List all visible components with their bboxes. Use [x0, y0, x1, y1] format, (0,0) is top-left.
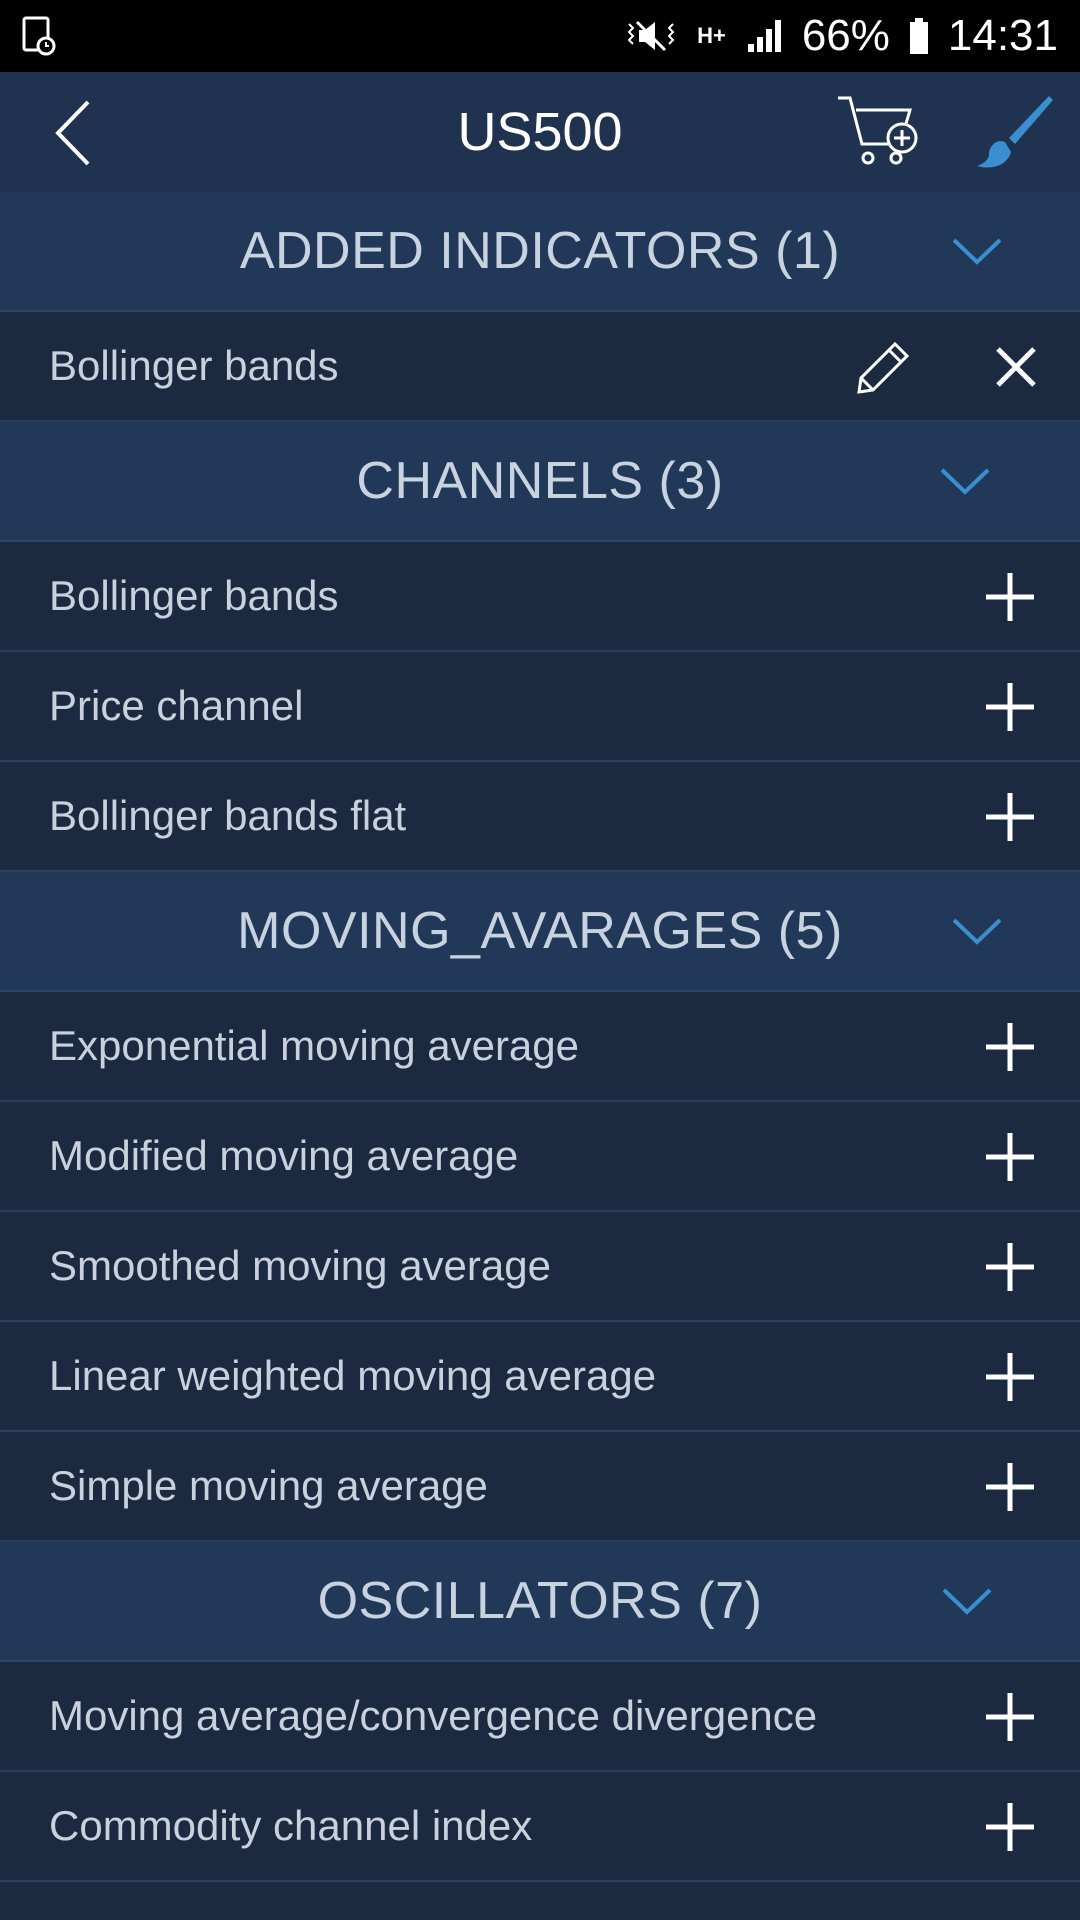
plus-icon[interactable]: [986, 1693, 1034, 1741]
list-item: Bollinger bands flat: [0, 762, 1080, 872]
indicator-label: Commodity channel index: [49, 1802, 533, 1849]
list-item: Smoothed moving average: [0, 1212, 1080, 1322]
plus-icon[interactable]: [986, 1243, 1034, 1291]
section-title: CHANNELS (3): [356, 452, 724, 510]
section-title: MOVING_AVARAGES (5): [237, 902, 843, 960]
list-item: Commodity channel index: [0, 1772, 1080, 1882]
list-item: Bollinger bands: [0, 542, 1080, 652]
network-type-label: H+: [697, 23, 726, 48]
indicator-list: ADDED INDICATORS (1) Bollinger bands CHA…: [0, 192, 1080, 1920]
list-item: Moving average/convergence divergence: [0, 1662, 1080, 1772]
brush-icon[interactable]: [975, 92, 1055, 172]
list-item: Bollinger bands: [0, 312, 1080, 422]
plus-icon[interactable]: [986, 1463, 1034, 1511]
section-title: ADDED INDICATORS (1): [239, 222, 841, 280]
chevron-down-icon[interactable]: [950, 232, 1004, 268]
indicator-label: Modified moving average: [49, 1132, 519, 1179]
signal-icon: [744, 16, 784, 56]
list-item: Modified moving average: [0, 1102, 1080, 1212]
plus-icon[interactable]: [986, 1803, 1034, 1851]
indicator-label: Price channel: [49, 682, 304, 729]
status-bar: H+ 66% 14:31: [0, 0, 1080, 72]
plus-icon[interactable]: [986, 573, 1034, 621]
section-added-indicators[interactable]: ADDED INDICATORS (1): [0, 192, 1080, 312]
mute-vibrate-icon: [623, 16, 679, 56]
chevron-down-icon[interactable]: [950, 912, 1004, 948]
battery-percent: 66%: [801, 11, 890, 60]
section-channels[interactable]: CHANNELS (3): [0, 422, 1080, 542]
section-title: OSCILLATORS (7): [317, 1572, 763, 1630]
plus-icon[interactable]: [986, 793, 1034, 841]
cart-add-icon[interactable]: [836, 92, 922, 172]
indicator-label: Bollinger bands: [49, 572, 339, 619]
list-item-partial: [0, 1882, 1080, 1920]
screenshot-icon: [22, 16, 56, 56]
list-item: Exponential moving average: [0, 992, 1080, 1102]
section-oscillators[interactable]: OSCILLATORS (7): [0, 1542, 1080, 1662]
indicator-label: Bollinger bands: [49, 342, 339, 389]
indicator-label: Exponential moving average: [49, 1022, 580, 1069]
plus-icon[interactable]: [986, 1133, 1034, 1181]
indicator-label: Simple moving average: [49, 1462, 488, 1509]
clock: 14:31: [947, 11, 1058, 60]
indicator-label: Smoothed moving average: [49, 1242, 551, 1289]
plus-icon[interactable]: [986, 683, 1034, 731]
chevron-down-icon[interactable]: [940, 1582, 994, 1618]
indicator-label: Moving average/convergence divergence: [49, 1692, 818, 1739]
app-header: US500: [0, 72, 1080, 192]
battery-icon: [908, 16, 930, 56]
list-item: Price channel: [0, 652, 1080, 762]
list-item: Simple moving average: [0, 1432, 1080, 1542]
pencil-icon[interactable]: [855, 340, 911, 396]
chevron-down-icon[interactable]: [938, 462, 992, 498]
close-icon[interactable]: [995, 346, 1037, 388]
plus-icon[interactable]: [986, 1353, 1034, 1401]
list-item: Linear weighted moving average: [0, 1322, 1080, 1432]
indicator-label: Linear weighted moving average: [49, 1352, 657, 1399]
plus-icon[interactable]: [986, 1023, 1034, 1071]
indicator-label: Bollinger bands flat: [49, 792, 407, 839]
section-moving-averages[interactable]: MOVING_AVARAGES (5): [0, 872, 1080, 992]
